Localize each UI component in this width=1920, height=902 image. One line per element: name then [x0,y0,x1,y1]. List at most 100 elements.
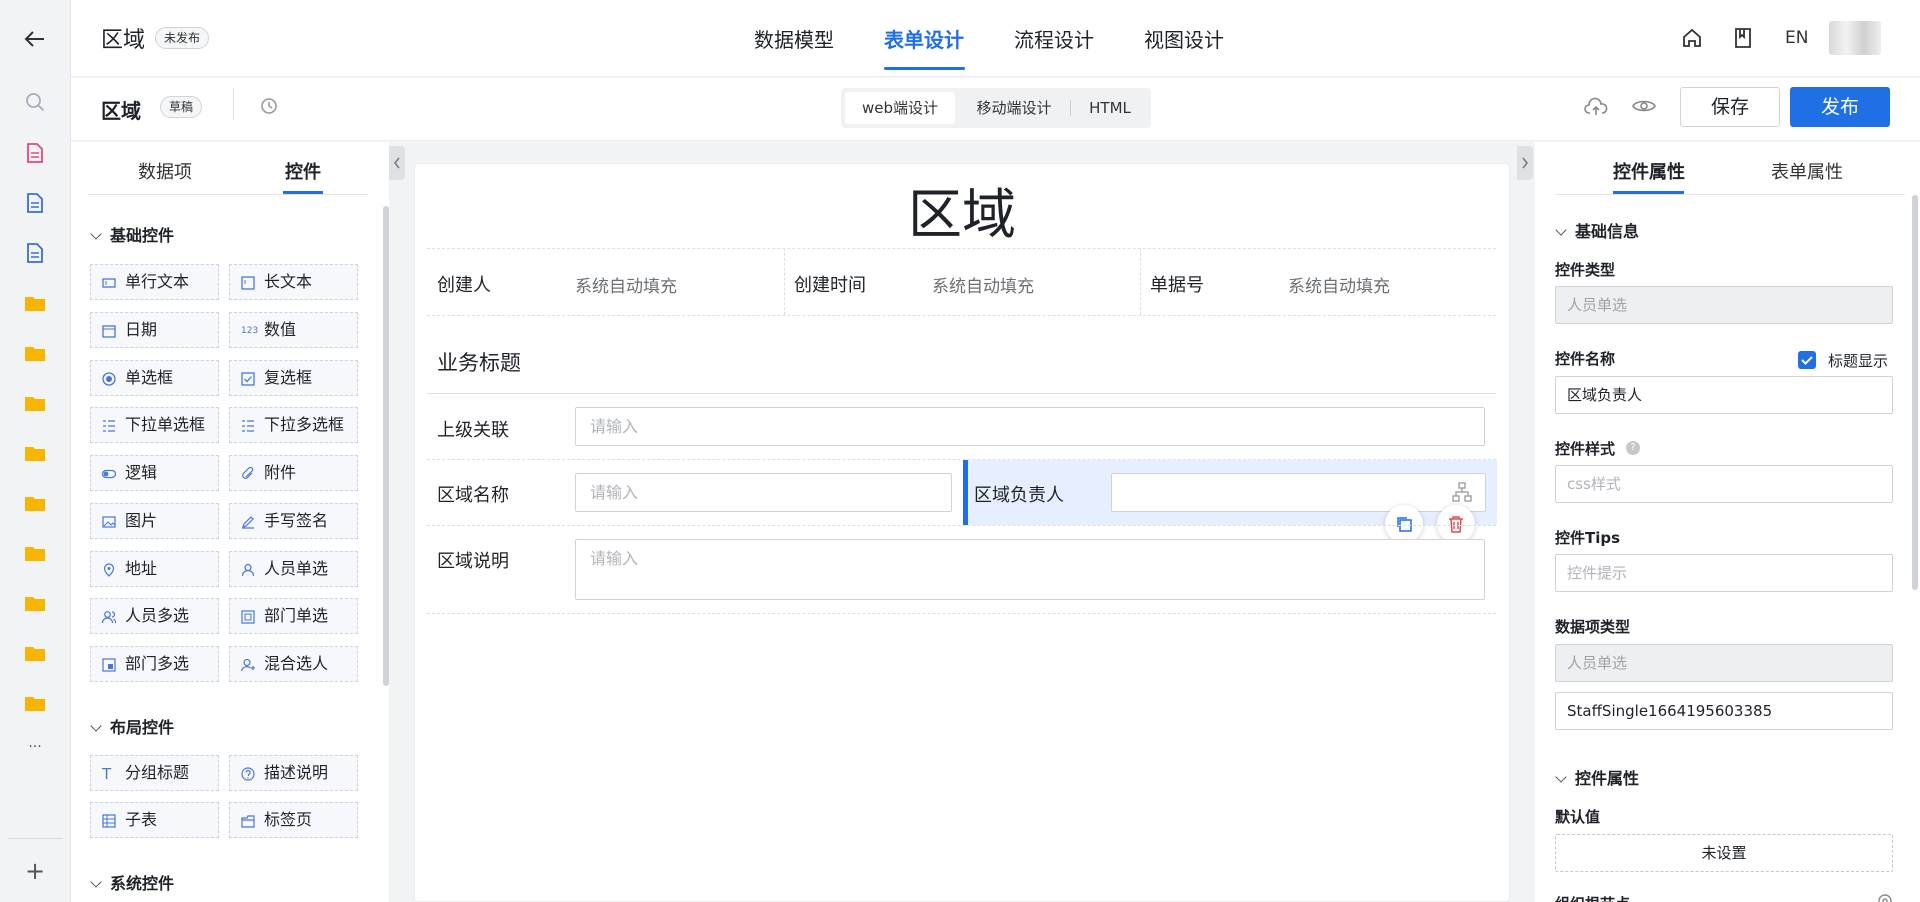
parent-input[interactable]: 请输入 [575,407,1485,446]
form-doc-icon[interactable] [22,140,48,166]
folder-icon[interactable] [22,590,48,616]
users-icon [102,611,116,624]
control-subtable[interactable]: 子表 [90,802,219,838]
radio-icon [102,372,116,386]
add-icon[interactable]: + [22,857,48,885]
control-tabs[interactable]: 标签页 [229,802,358,838]
control-tips-input[interactable]: 控件提示 [1555,554,1893,592]
tab-control-props[interactable]: 控件属性 [1613,158,1685,184]
control-name-input[interactable]: 区域负责人 [1555,376,1893,414]
description-textarea[interactable]: 请输入 [575,539,1485,600]
control-attachment[interactable]: 附件 [229,455,358,491]
folder-icon[interactable] [22,640,48,666]
tab-form-props[interactable]: 表单属性 [1771,158,1843,184]
text-t-icon: T [102,765,112,783]
right-scrollbar[interactable] [1912,195,1918,590]
cloud-upload-icon[interactable] [1584,97,1608,121]
control-single-text[interactable]: 单行文本 [90,264,219,300]
tab-data-model[interactable]: 数据模型 [754,24,834,53]
control-date[interactable]: 日期 [90,312,219,348]
mode-mobile[interactable]: 移动端设计 [959,92,1069,124]
control-group-title[interactable]: T 分组标题 [90,755,219,791]
folder-icon[interactable] [22,290,48,316]
control-staff-multi[interactable]: 人员多选 [90,598,219,634]
history-icon[interactable] [260,97,278,119]
section-basic-info[interactable]: 基础信息 [1555,218,1639,242]
eye-icon[interactable] [1632,98,1656,118]
control-radio[interactable]: 单选框 [90,360,219,396]
language-switch[interactable]: EN [1785,28,1808,48]
publish-button[interactable]: 发布 [1790,87,1890,127]
collapse-left-handle[interactable] [389,146,405,180]
chevron-left-icon [394,157,400,169]
table-icon [102,814,116,828]
owner-picker[interactable] [1111,473,1486,512]
section-control-props[interactable]: 控件属性 [1555,765,1639,789]
delete-button[interactable] [1437,505,1475,543]
doc-icon[interactable] [22,190,48,216]
tab-flow-design[interactable]: 流程设计 [1014,24,1094,53]
divider [427,315,1496,316]
tab-view-design[interactable]: 视图设计 [1144,24,1224,53]
section-system-controls[interactable]: 系统控件 [90,870,174,894]
doc-icon[interactable] [22,240,48,266]
control-description[interactable]: 描述说明 [229,755,358,791]
home-icon[interactable] [1681,27,1703,53]
data-code-field[interactable]: StaffSingle1664195603385 [1555,692,1893,730]
region-name-input[interactable]: 请输入 [575,473,952,512]
control-dropdown-single[interactable]: 下拉单选框 [90,407,219,443]
field-label-created-time: 创建时间 [794,275,866,296]
folder-icon[interactable] [22,490,48,516]
folder-icon[interactable] [22,690,48,716]
mode-web[interactable]: web端设计 [845,92,955,124]
mode-html[interactable]: HTML [1073,92,1147,124]
control-staff-single[interactable]: 人员单选 [229,551,358,587]
field-label-parent: 上级关联 [437,420,509,441]
control-dropdown-multi[interactable]: 下拉多选框 [229,407,358,443]
book-icon[interactable] [1734,27,1752,53]
control-mixed-select[interactable]: 混合选人 [229,646,358,682]
org-tree-icon[interactable] [1452,482,1472,506]
tab-data-items[interactable]: 数据项 [138,158,192,184]
form-name: 区域 [101,99,141,123]
folder-icon[interactable] [22,340,48,366]
section-layout-controls[interactable]: 布局控件 [90,714,174,738]
control-label: 部门多选 [125,654,190,673]
folder-icon[interactable] [22,440,48,466]
copy-button[interactable] [1385,505,1423,543]
group-title[interactable]: 业务标题 [437,347,521,377]
tab-controls[interactable]: 控件 [285,158,321,184]
collapse-right-handle[interactable] [1517,146,1533,180]
help-icon[interactable]: ? [1626,441,1640,455]
control-long-text[interactable]: 长文本 [229,264,358,300]
control-dept-single[interactable]: 部门单选 [229,598,358,634]
default-value-button[interactable]: 未设置 [1555,834,1893,872]
control-label: 数值 [264,320,297,339]
group-divider [427,393,1496,394]
control-label: 下拉单选框 [125,415,206,434]
save-button[interactable]: 保存 [1680,87,1780,127]
show-title-checkbox[interactable] [1798,351,1816,369]
control-address[interactable]: 地址 [90,551,219,587]
control-logic[interactable]: 逻辑 [90,455,219,491]
control-label: 下拉多选框 [264,415,345,434]
more-icon[interactable]: ··· [22,734,48,760]
folder-icon[interactable] [22,540,48,566]
tab-form-design[interactable]: 表单设计 [884,24,964,53]
control-label: 单选框 [125,368,174,387]
avatar[interactable] [1829,21,1881,55]
control-image[interactable]: 图片 [90,503,219,539]
back-arrow-icon[interactable] [22,26,48,52]
search-icon[interactable] [22,89,48,115]
field-label-description: 区域说明 [437,551,509,572]
control-label: 复选框 [264,368,313,387]
control-number[interactable]: 123 数值 [229,312,358,348]
control-style-input[interactable]: css样式 [1555,465,1893,503]
section-basic-controls[interactable]: 基础控件 [90,222,174,246]
control-checkbox[interactable]: 复选框 [229,360,358,396]
control-dept-multi[interactable]: 部门多选 [90,646,219,682]
folder-icon[interactable] [22,390,48,416]
settings-icon[interactable] [1877,893,1893,902]
control-label: 附件 [264,463,297,482]
control-signature[interactable]: 手写签名 [229,503,358,539]
